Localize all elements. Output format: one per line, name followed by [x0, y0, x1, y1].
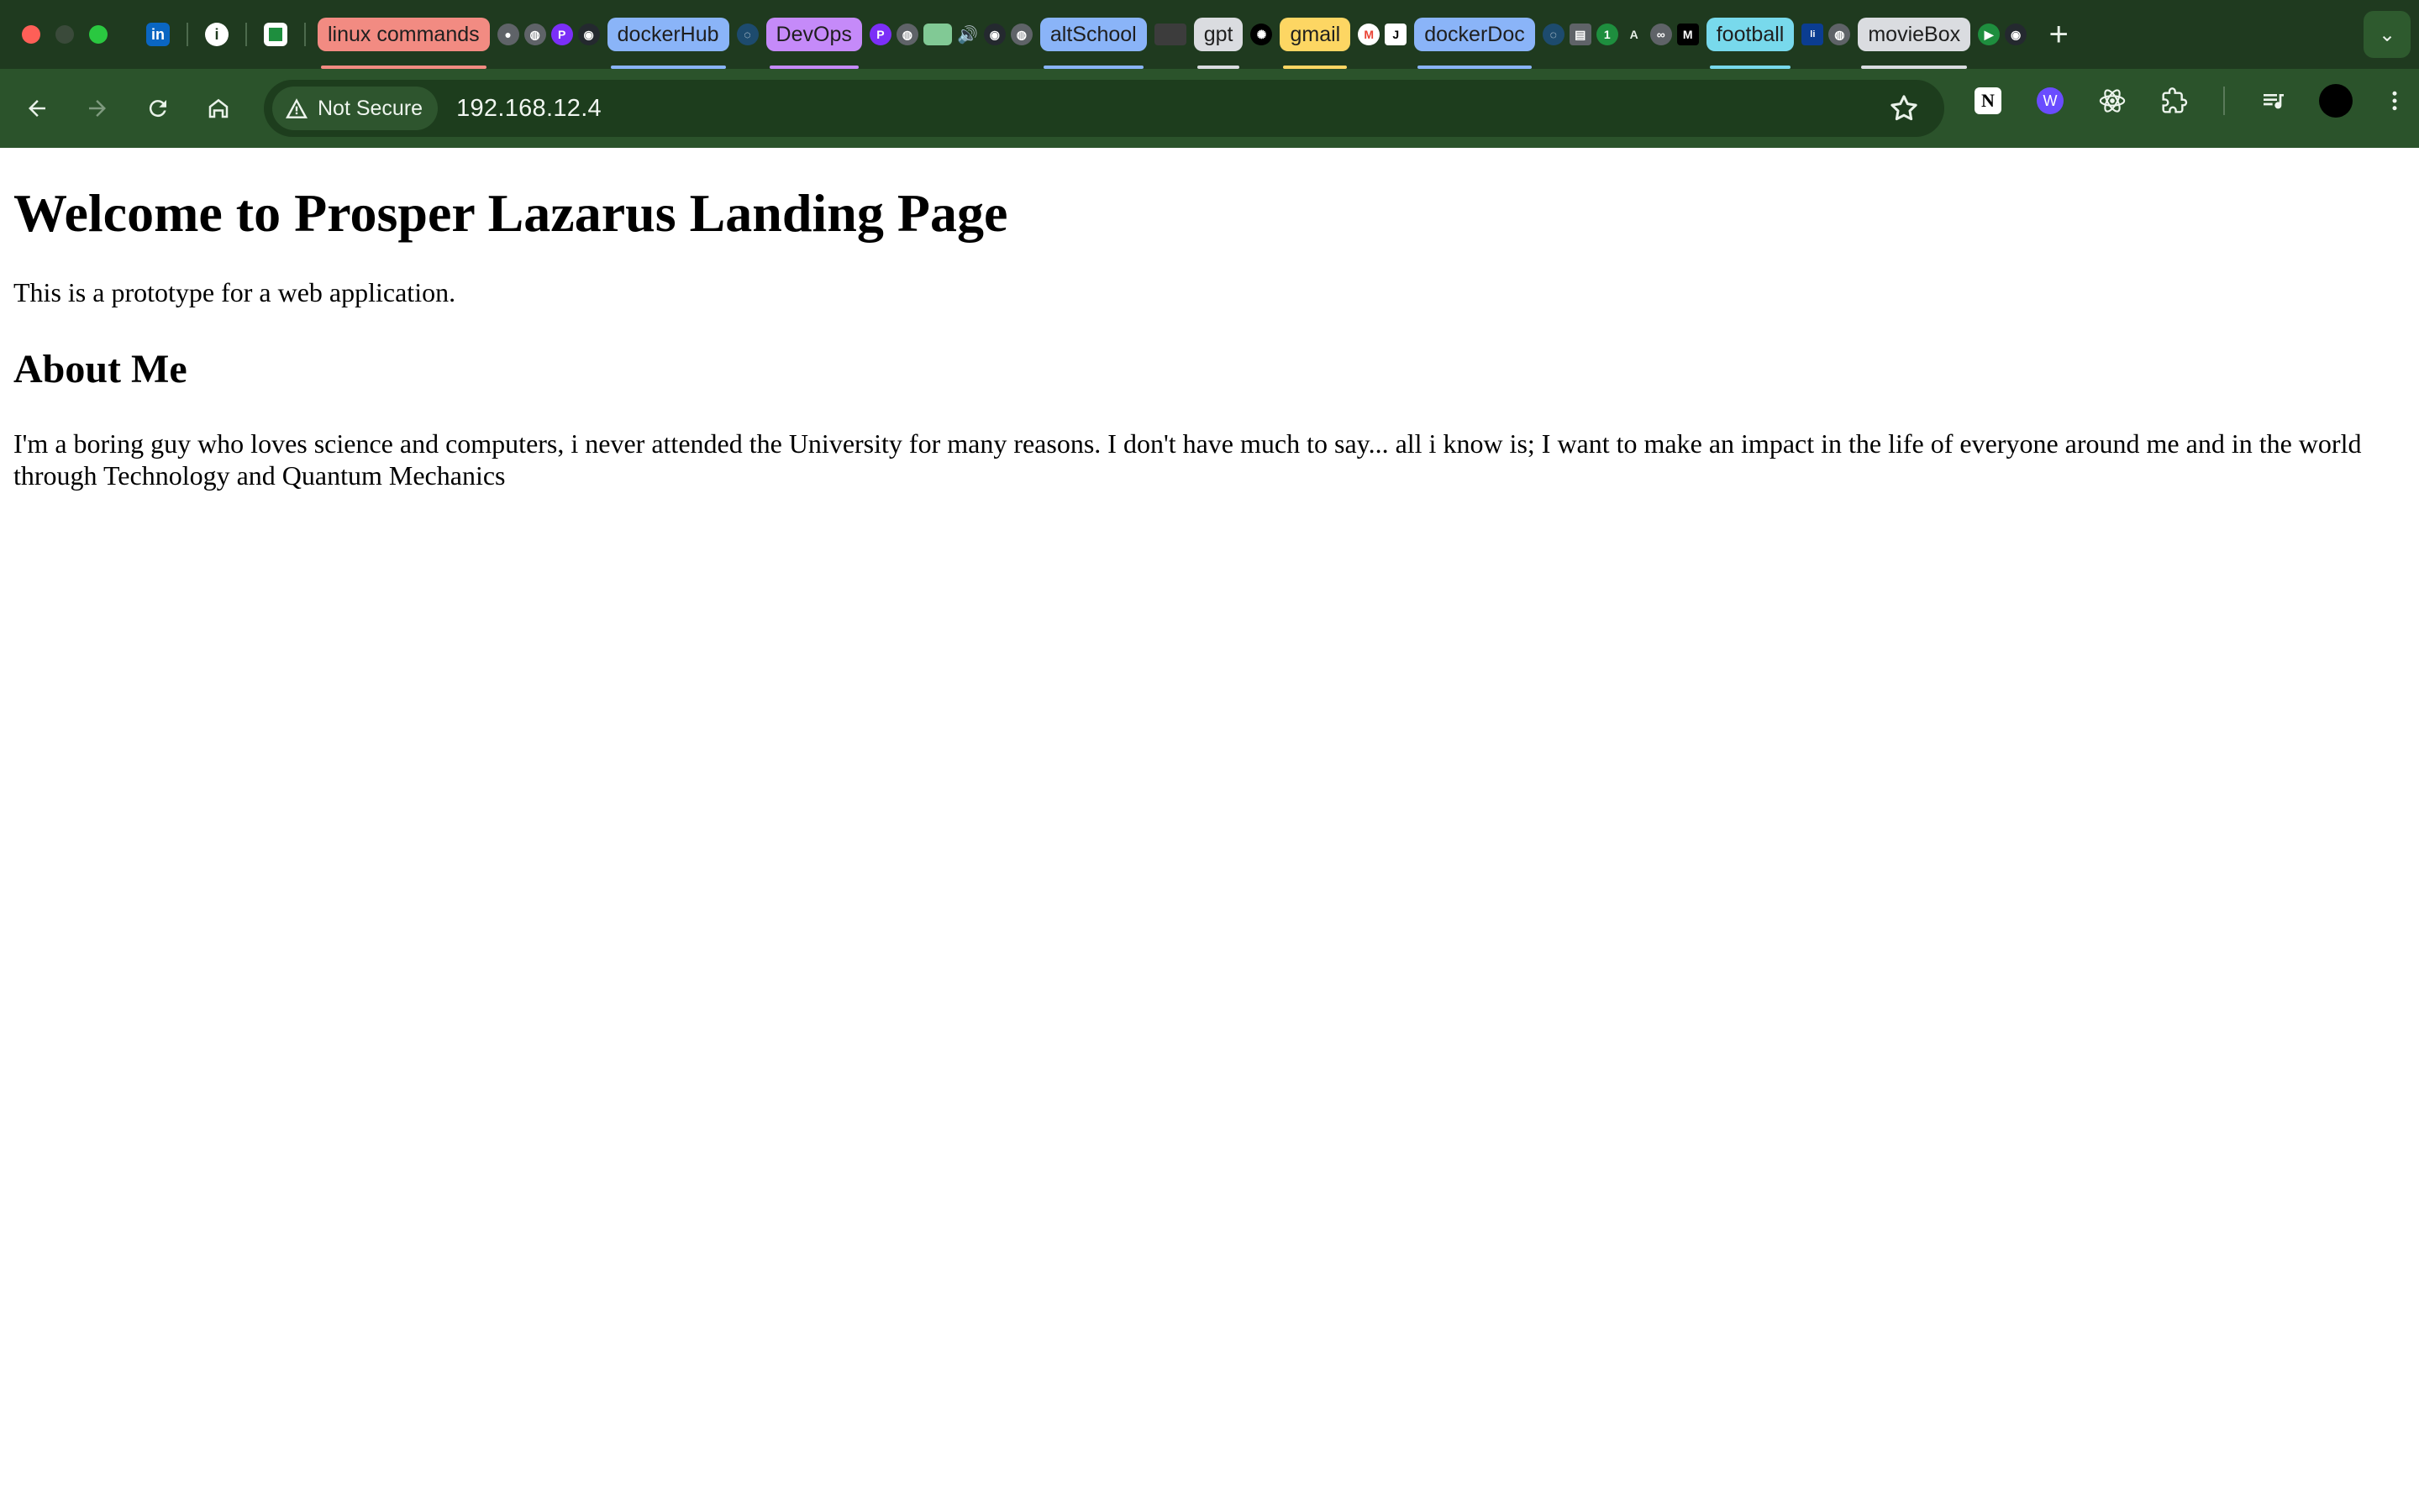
- kebab-menu-icon: [2392, 91, 2397, 111]
- docker-icon[interactable]: ◌: [1542, 24, 1564, 45]
- tab-group-label: movieBox: [1858, 18, 1971, 51]
- notion-extension-button[interactable]: N: [1966, 79, 2010, 123]
- j-site-icon[interactable]: J: [1385, 24, 1407, 45]
- globe-icon[interactable]: ◍: [1828, 24, 1851, 45]
- page-content: Welcome to Prosper Lazarus Landing Page …: [0, 148, 2419, 1512]
- tab-separator: [304, 23, 306, 46]
- toolbar-separator: [2223, 87, 2225, 115]
- media-control-icon: [2264, 94, 2284, 109]
- react-devtools-button[interactable]: [2090, 79, 2134, 123]
- dark-site-icon[interactable]: [1154, 24, 1186, 45]
- tab-group-football[interactable]: football: [1706, 0, 1795, 69]
- tab-strip: in i linux commands ● ◍ P ◉ dockerHub ◌ …: [0, 0, 2419, 69]
- site-info-button[interactable]: Not Secure: [272, 87, 439, 130]
- arrow-left-icon: [29, 100, 45, 117]
- extensions-area: N W: [1966, 79, 2413, 123]
- profile-avatar-icon: [2319, 84, 2353, 118]
- green-badge-icon[interactable]: 1: [1596, 24, 1618, 45]
- new-tab-button[interactable]: +: [2038, 13, 2080, 55]
- reload-icon: [149, 100, 166, 118]
- gmail-icon[interactable]: M: [1358, 24, 1380, 45]
- reload-button[interactable]: [128, 78, 188, 139]
- globe-icon[interactable]: ◍: [523, 24, 546, 45]
- reader-icon[interactable]: ▤: [1569, 24, 1591, 45]
- font-icon[interactable]: A: [1623, 24, 1645, 45]
- address-bar[interactable]: Not Secure 192.168.12.4: [264, 80, 1944, 137]
- tab-group-label: gpt: [1193, 18, 1244, 51]
- window-controls: [22, 25, 108, 44]
- github-icon[interactable]: ◉: [2005, 24, 2027, 45]
- globe-icon[interactable]: ◍: [896, 24, 918, 45]
- minimize-window-button[interactable]: [55, 25, 74, 44]
- tab-group-label: dockerDoc: [1414, 18, 1535, 51]
- forward-button[interactable]: [67, 78, 128, 139]
- puzzle-icon: [2162, 87, 2188, 113]
- security-status-label: Not Secure: [318, 96, 423, 120]
- pinned-tab-green[interactable]: [254, 0, 297, 69]
- tab-group-label: gmail: [1280, 18, 1351, 51]
- openai-icon[interactable]: ✺: [1250, 24, 1273, 45]
- pinned-tab-linkedin[interactable]: in: [136, 0, 180, 69]
- tab-group-devops[interactable]: DevOps: [765, 0, 862, 69]
- close-window-button[interactable]: [22, 25, 40, 44]
- linkedin-icon: in: [146, 23, 170, 46]
- tab-group-dockerdoc[interactable]: dockerDoc: [1414, 0, 1535, 69]
- chrome-icon[interactable]: ●: [497, 24, 519, 45]
- tab-group-label: linux commands: [318, 18, 490, 51]
- tab-group-altschool[interactable]: altSchool: [1039, 0, 1147, 69]
- react-icon: [2099, 89, 2126, 113]
- tab-group-gpt[interactable]: gpt: [1193, 0, 1244, 69]
- github-icon[interactable]: ◉: [983, 24, 1006, 45]
- notion-icon: N: [1975, 87, 2001, 114]
- purple-app-icon[interactable]: P: [550, 24, 573, 45]
- github-icon[interactable]: ◉: [577, 24, 600, 45]
- purple-app-icon[interactable]: P: [869, 24, 891, 45]
- play-icon[interactable]: ▶: [1978, 24, 2001, 45]
- medium-icon[interactable]: M: [1676, 24, 1699, 45]
- tab-separator: [187, 23, 188, 46]
- w-extension-button[interactable]: W: [2028, 79, 2072, 123]
- audio-playing-icon[interactable]: 🔊: [957, 24, 979, 45]
- docker-icon[interactable]: ◌: [736, 24, 759, 45]
- link-icon[interactable]: ∞: [1649, 24, 1672, 45]
- back-button[interactable]: [7, 78, 67, 139]
- pinned-tab-info[interactable]: i: [195, 0, 239, 69]
- browser-toolbar: Not Secure 192.168.12.4 N W: [0, 69, 2419, 148]
- w-extension-icon: W: [2037, 87, 2064, 114]
- star-icon[interactable]: [1887, 92, 1921, 125]
- page-title: Welcome to Prosper Lazarus Landing Page: [13, 183, 1008, 243]
- tab-group-label: dockerHub: [607, 18, 729, 51]
- tab-separator: [245, 23, 247, 46]
- url-text[interactable]: 192.168.12.4: [456, 95, 602, 123]
- tab-group-linux-commands[interactable]: linux commands: [318, 0, 490, 69]
- tab-group-dockerhub[interactable]: dockerHub: [607, 0, 729, 69]
- home-button[interactable]: [188, 78, 249, 139]
- arrow-right-icon: [89, 100, 106, 117]
- about-paragraph: I'm a boring guy who loves science and c…: [13, 428, 2362, 491]
- home-icon: [208, 98, 229, 118]
- maximize-window-button[interactable]: [89, 25, 108, 44]
- browser-menu-button[interactable]: [2376, 79, 2413, 123]
- about-heading: About Me: [13, 347, 187, 392]
- tab-search-button[interactable]: ⌄: [2364, 11, 2411, 58]
- extensions-button[interactable]: [2153, 79, 2196, 123]
- globe-icon[interactable]: ◍: [1010, 24, 1033, 45]
- tab-group-label: altSchool: [1039, 18, 1147, 51]
- tab-group-moviebox[interactable]: movieBox: [1858, 0, 1971, 69]
- tab-group-label: DevOps: [765, 18, 862, 51]
- warning-icon: [286, 98, 308, 118]
- tab-group-gmail[interactable]: gmail: [1280, 0, 1351, 69]
- livescore-icon[interactable]: li: [1801, 24, 1824, 45]
- green-tab-icon[interactable]: [923, 24, 952, 45]
- tabs-row: in i linux commands ● ◍ P ◉ dockerHub ◌ …: [136, 0, 2305, 69]
- green-doc-icon: [264, 23, 287, 46]
- media-control-button[interactable]: [2252, 79, 2295, 123]
- info-icon: i: [205, 23, 229, 46]
- profile-button[interactable]: [2314, 79, 2358, 123]
- intro-paragraph: This is a prototype for a web applicatio…: [13, 276, 456, 307]
- tab-group-label: football: [1706, 18, 1795, 51]
